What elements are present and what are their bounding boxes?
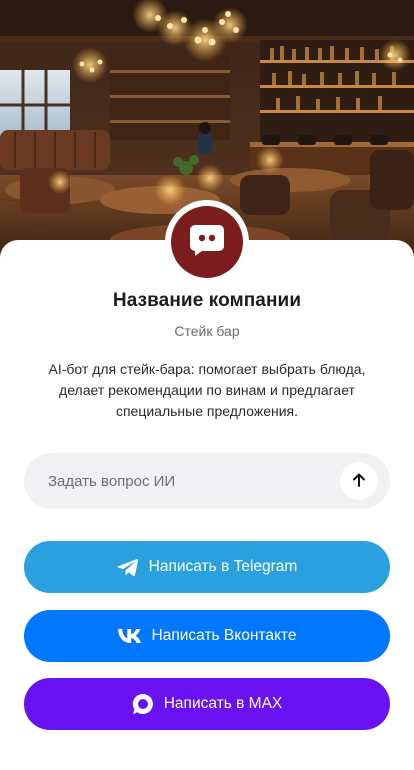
telegram-button-label: Написать в Telegram [148,558,298,575]
max-icon [132,693,154,715]
arrow-up-icon [351,472,367,491]
avatar [171,206,243,278]
bot-description: AI-бот для стейк-бара: помогает выбрать … [48,361,366,419]
telegram-icon [117,558,139,577]
vk-button-label: Написать Вконтакте [151,627,297,644]
vk-button[interactable]: Написать Вконтакте [24,610,390,662]
chat-bubble-icon [188,223,226,262]
ask-ai-input[interactable] [24,453,324,509]
max-button-label: Написать в MAX [163,695,283,712]
ask-ai-box [24,453,390,509]
telegram-button[interactable]: Написать в Telegram [24,541,390,593]
max-button[interactable]: Написать в MAX [24,678,390,730]
company-type: Стейк бар [174,323,240,339]
company-name: Название компании [112,290,302,311]
send-button[interactable] [340,462,378,500]
vk-icon [117,629,142,643]
